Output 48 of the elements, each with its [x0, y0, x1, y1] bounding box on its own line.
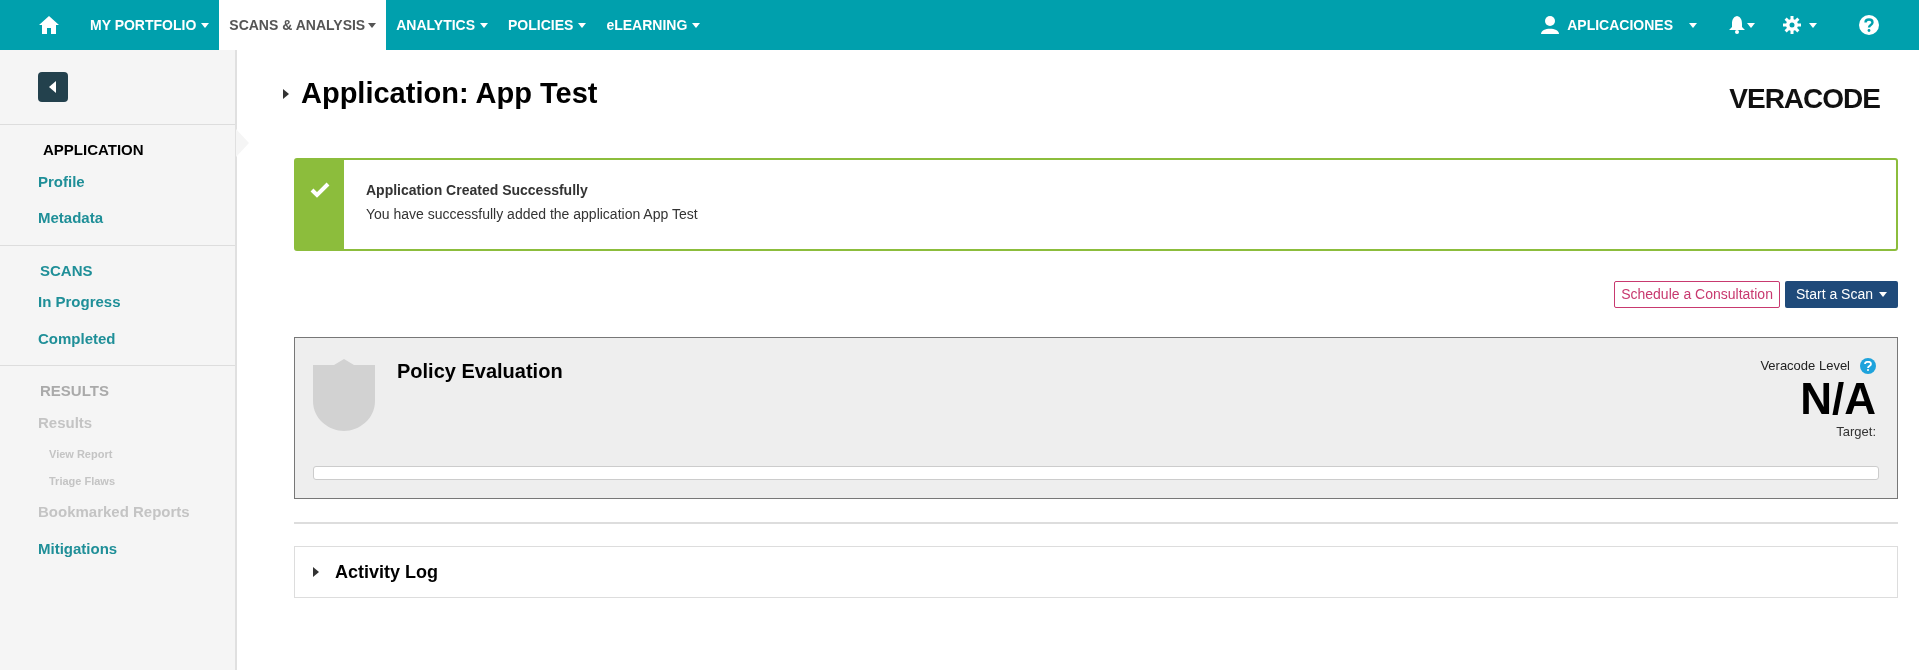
help-button[interactable] [1859, 15, 1879, 35]
section-heading: APPLICATION [42, 140, 145, 160]
activity-log-title[interactable]: Activity Log [335, 558, 438, 586]
user-icon [1541, 16, 1560, 34]
settings-icon [1783, 16, 1801, 34]
caret-right-icon[interactable] [283, 88, 289, 99]
sidebar-link[interactable]: Metadata [0, 200, 104, 237]
sidebar-link[interactable]: Profile [0, 163, 85, 200]
nav-tab[interactable]: POLICIES [498, 0, 597, 50]
section-heading: RESULTS [39, 381, 110, 401]
logo: VERACODE [1729, 82, 1880, 116]
settings-button[interactable] [1783, 16, 1817, 34]
caret-down-icon [692, 22, 701, 28]
caret-down-icon [578, 22, 587, 28]
target-label: Target: [1836, 422, 1876, 441]
help-icon [1859, 15, 1879, 35]
caret-down-icon [1689, 22, 1697, 28]
nav-tab[interactable]: SCANS & ANALYSIS [219, 0, 387, 50]
caret-left-icon [49, 81, 57, 93]
caret-down-icon [480, 22, 489, 28]
caret-down-icon [1809, 22, 1817, 28]
sidebar-link[interactable]: Completed [0, 320, 116, 357]
sidebar-link[interactable]: In Progress [0, 284, 121, 321]
checkmark-icon [310, 182, 330, 198]
caret-down-icon [1879, 292, 1887, 297]
nav-tab[interactable]: ANALYTICS [386, 0, 499, 50]
bell-icon [1729, 16, 1745, 34]
caret-down-icon [368, 22, 377, 28]
policy-title: Policy Evaluation [397, 359, 563, 384]
alert-title: Application Created Successfully [366, 181, 589, 200]
nav-tab[interactable]: eLEARNING [596, 0, 711, 50]
level-label: Veracode Level [1760, 357, 1850, 375]
notifications-button[interactable] [1729, 16, 1755, 34]
user-menu[interactable]: APLICACIONES [1541, 14, 1697, 36]
caret-down-icon [1747, 22, 1755, 28]
start-scan-button[interactable]: Start a Scan [1784, 281, 1898, 308]
schedule-consultation-button[interactable]: Schedule a Consultation [1614, 281, 1780, 308]
home-icon [38, 15, 60, 35]
nav-tab[interactable]: MY PORTFOLIO [80, 0, 220, 50]
shield-icon [313, 359, 375, 431]
caret-right-icon[interactable] [311, 567, 321, 577]
collapse-sidebar-button[interactable] [38, 72, 68, 102]
section-heading[interactable]: SCANS [0, 257, 235, 284]
caret-down-icon [201, 22, 210, 28]
page-title: Application: App Test [301, 76, 598, 111]
level-value: N/A [1800, 375, 1876, 422]
help-icon[interactable] [1860, 357, 1876, 374]
alert-message: You have successfully added the application App Test [366, 205, 698, 224]
